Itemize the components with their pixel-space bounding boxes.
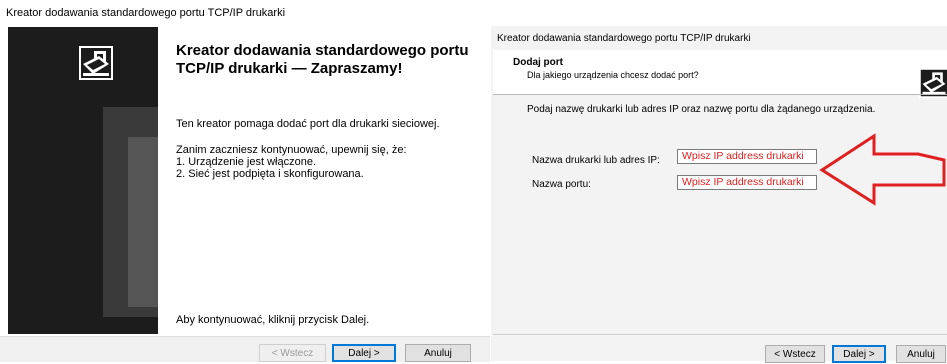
printer-wizard-icon [79,46,113,80]
next-button[interactable]: Dalej > [832,345,886,363]
printer-name-input[interactable]: Wpisz IP address drukarki [677,149,817,164]
step-item: 2. Sieć jest podpięta i skonfigurowana. [176,168,364,180]
back-button[interactable]: < Wstecz [259,344,326,362]
header-divider [493,94,947,95]
cancel-button[interactable]: Anuluj [405,344,471,362]
wizard-footer: < Wstecz Dalej > Anuluj [0,336,490,362]
steps-heading: Zanim zaczniesz kontynuować, upewnij się… [176,144,407,156]
port-name-label: Nazwa portu: [532,179,591,190]
continue-hint: Aby kontynuować, kliknij przycisk Dalej. [176,314,370,326]
red-arrow-annotation-icon [819,133,946,206]
printer-name-label: Nazwa drukarki lub adres IP: [532,155,660,166]
window-title: Kreator dodawania standardowego portu TC… [497,33,751,44]
sidebar-printer-shape [128,137,158,307]
page-title: Dodaj port [513,57,563,68]
window-title: Kreator dodawania standardowego portu TC… [6,7,286,19]
wizard-heading: Kreator dodawania standardowego portu TC… [176,42,469,77]
port-name-input[interactable]: Wpisz IP address drukarki [677,175,817,190]
step-item: 1. Urządzenie jest włączone. [176,156,317,168]
back-button[interactable]: < Wstecz [765,345,825,363]
cancel-button[interactable]: Anuluj [896,345,946,363]
footer-divider [493,334,947,335]
instruction-text: Podaj nazwę drukarki lub adres IP oraz n… [527,104,876,115]
page-subtitle: Dla jakiego urządzenia chcesz dodać port… [527,70,699,80]
next-button[interactable]: Dalej > [332,344,396,362]
wizard-intro-text: Ten kreator pomaga dodać port dla drukar… [176,118,440,130]
